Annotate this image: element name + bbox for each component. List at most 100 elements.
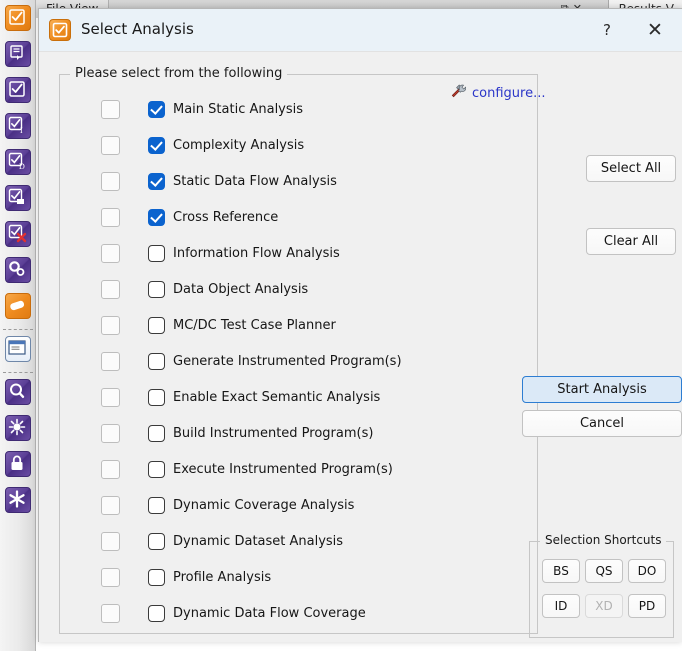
sidebar-icon-window[interactable]	[4, 336, 31, 362]
option-checkbox[interactable]	[148, 352, 165, 370]
close-icon[interactable]: ✕	[642, 19, 668, 41]
option-checkbox[interactable]	[148, 568, 165, 586]
option-select-checkbox[interactable]	[101, 603, 120, 623]
option-checkbox[interactable]	[148, 460, 165, 478]
analysis-option-row[interactable]: Complexity Analysis	[60, 127, 537, 163]
dialog-title: Select Analysis	[81, 20, 194, 38]
option-select-checkbox[interactable]	[101, 207, 120, 227]
analysis-option-row[interactable]: Dynamic Data Flow Coverage	[60, 595, 537, 631]
separator-2	[2, 372, 33, 373]
option-checkbox[interactable]	[148, 604, 165, 622]
groupbox-title: Please select from the following	[70, 66, 288, 81]
option-checkbox[interactable]	[148, 136, 165, 154]
analysis-option-row[interactable]: Data Object Analysis	[60, 271, 537, 307]
option-select-checkbox[interactable]	[101, 315, 120, 335]
option-select-checkbox[interactable]	[101, 99, 120, 119]
analysis-option-row[interactable]: Build Instrumented Program(s)	[60, 415, 537, 451]
vertical-toolbar: ID	[0, 0, 36, 651]
analysis-option-row[interactable]: Dynamic Dataset Analysis	[60, 523, 537, 559]
option-label: Data Object Analysis	[173, 281, 309, 297]
shortcut-button-xd: XD	[585, 594, 623, 618]
option-select-checkbox[interactable]	[101, 495, 120, 515]
option-checkbox[interactable]	[148, 172, 165, 190]
shortcut-button-qs[interactable]: QS	[585, 559, 623, 583]
analysis-option-row[interactable]: Cross Reference	[60, 199, 537, 235]
screen: ID File View ⧉✕ Results V Select Analysi…	[0, 0, 682, 651]
sidebar-icon-bug[interactable]	[4, 415, 31, 441]
option-select-checkbox[interactable]	[101, 171, 120, 191]
option-checkbox[interactable]	[148, 388, 165, 406]
analysis-option-row[interactable]: Generate Instrumented Program(s)	[60, 343, 537, 379]
analysis-options-list: Main Static Analysis Complexity Analysis S…	[60, 91, 537, 631]
analysis-option-row[interactable]: Dynamic Coverage Analysis	[60, 487, 537, 523]
configure-label: configure...	[472, 85, 546, 101]
option-label: Build Instrumented Program(s)	[173, 425, 374, 441]
option-select-checkbox[interactable]	[101, 351, 120, 371]
dialog-titlebar: Select Analysis ? ✕	[39, 9, 682, 52]
sidebar-icon-check-square[interactable]	[4, 77, 31, 103]
shortcut-button-do[interactable]: DO	[628, 559, 666, 583]
option-checkbox[interactable]	[148, 316, 165, 334]
shortcut-button-id[interactable]: ID	[542, 594, 580, 618]
sidebar-icon-search[interactable]	[4, 379, 31, 405]
svg-text:I: I	[20, 126, 23, 135]
tools-icon	[450, 83, 467, 103]
option-label: Static Data Flow Analysis	[173, 173, 337, 189]
shortcut-button-bs[interactable]: BS	[542, 559, 580, 583]
option-select-checkbox[interactable]	[101, 423, 120, 443]
separator-1	[2, 329, 33, 330]
help-icon[interactable]: ?	[594, 19, 620, 41]
option-label: Dynamic Data Flow Coverage	[173, 605, 366, 621]
analysis-option-row[interactable]: Execute Instrumented Program(s)	[60, 451, 537, 487]
configure-link[interactable]: configure...	[450, 83, 545, 103]
option-select-checkbox[interactable]	[101, 567, 120, 587]
option-checkbox[interactable]	[148, 208, 165, 226]
sidebar-icon-check-build[interactable]	[4, 185, 31, 211]
option-label: Main Static Analysis	[173, 101, 304, 117]
option-checkbox[interactable]	[148, 424, 165, 442]
sidebar-icon-lock[interactable]	[4, 451, 31, 477]
option-select-checkbox[interactable]	[101, 243, 120, 263]
sidebar-icon-check-d[interactable]: D	[4, 149, 31, 175]
svg-text:D: D	[19, 162, 25, 171]
cancel-button[interactable]: Cancel	[522, 410, 682, 437]
option-label: Dynamic Dataset Analysis	[173, 533, 344, 549]
option-label: Information Flow Analysis	[173, 245, 340, 261]
option-select-checkbox[interactable]	[101, 135, 120, 155]
option-select-checkbox[interactable]	[101, 531, 120, 551]
option-checkbox[interactable]	[148, 280, 165, 298]
sidebar-icon-document-check[interactable]	[4, 41, 31, 67]
sidebar-icon-asterisk[interactable]	[4, 487, 31, 513]
selection-shortcuts-groupbox: Selection Shortcuts BS QS DO ID XD PD	[529, 533, 674, 638]
select-all-button[interactable]: Select All	[586, 155, 676, 182]
sidebar-icon-check-delete[interactable]	[4, 221, 31, 247]
analysis-option-row[interactable]: Static Data Flow Analysis	[60, 163, 537, 199]
option-checkbox[interactable]	[148, 532, 165, 550]
sidebar-icon-checkbox-orange[interactable]	[4, 5, 31, 31]
analysis-option-row[interactable]: Enable Exact Semantic Analysis	[60, 379, 537, 415]
option-select-checkbox[interactable]	[101, 279, 120, 299]
sidebar-icon-check-i[interactable]: I	[4, 113, 31, 139]
option-select-checkbox[interactable]	[101, 387, 120, 407]
sidebar-icon-eraser[interactable]	[4, 293, 31, 319]
option-label: Dynamic Coverage Analysis	[173, 497, 355, 513]
option-label: MC/DC Test Case Planner	[173, 317, 336, 333]
analysis-option-row[interactable]: Profile Analysis	[60, 559, 537, 595]
option-label: Cross Reference	[173, 209, 279, 225]
check-square-icon	[49, 19, 71, 41]
analysis-option-row[interactable]: MC/DC Test Case Planner	[60, 307, 537, 343]
sidebar-icon-gears[interactable]	[4, 257, 31, 283]
analysis-option-row[interactable]: Information Flow Analysis	[60, 235, 537, 271]
clear-all-button[interactable]: Clear All	[586, 228, 676, 255]
option-select-checkbox[interactable]	[101, 459, 120, 479]
dialog-content: Please select from the following Main St…	[39, 52, 682, 643]
option-label: Enable Exact Semantic Analysis	[173, 389, 381, 405]
option-checkbox[interactable]	[148, 244, 165, 262]
start-analysis-button[interactable]: Start Analysis	[522, 376, 682, 403]
option-checkbox[interactable]	[148, 100, 165, 118]
option-checkbox[interactable]	[148, 496, 165, 514]
selection-shortcuts-title: Selection Shortcuts	[540, 533, 667, 547]
select-analysis-dialog: Select Analysis ? ✕ Please select from t…	[38, 8, 682, 642]
shortcut-button-pd[interactable]: PD	[628, 594, 666, 618]
option-label: Profile Analysis	[173, 569, 272, 585]
